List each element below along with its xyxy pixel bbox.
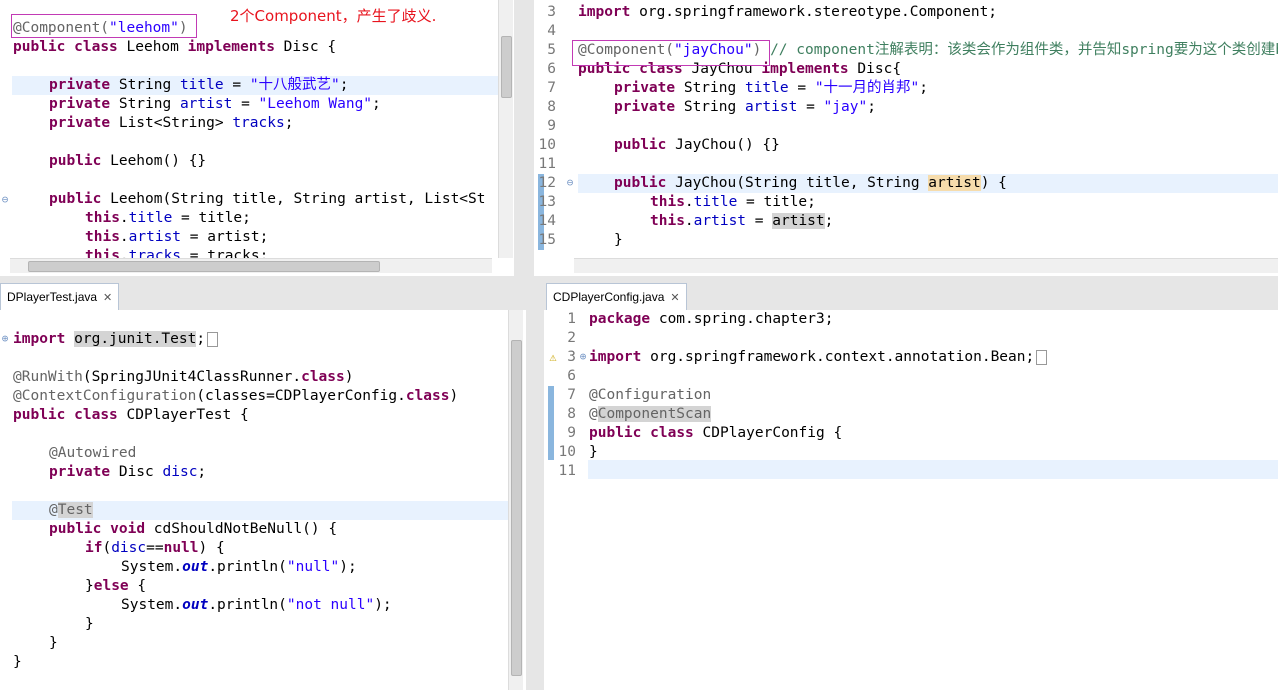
leehom-code[interactable]: @Component("leehom") public class Leehom… [13, 19, 486, 264]
code-line: private List<String> tracks; [49, 115, 294, 131]
code-line: public class CDPlayerTest { [13, 407, 249, 423]
code-line: this.title = title; [650, 194, 816, 210]
code-line: private String title = "十八般武艺"; [49, 77, 349, 93]
scroll-thumb[interactable] [511, 340, 522, 676]
code-line: System.out.println("null"); [121, 559, 357, 575]
code-line: @ComponentScan [589, 406, 712, 422]
code-line: @Configuration [589, 387, 712, 403]
line-number: 7 [547, 80, 556, 96]
line-number: 6 [567, 368, 576, 384]
code-line: } [13, 654, 22, 670]
warning-icon[interactable]: ⚠ [548, 351, 558, 363]
vertical-scrollbar[interactable] [498, 0, 513, 258]
line-number: 4 [547, 23, 556, 39]
tab-cdplayer-config[interactable]: CDPlayerConfig.java ✕ [546, 283, 687, 310]
scroll-thumb[interactable] [28, 261, 380, 272]
line-number: 13 [538, 194, 556, 210]
code-line: @ContextConfiguration(classes=CDPlayerCo… [13, 388, 459, 404]
line-number: 8 [547, 99, 556, 115]
code-line: this.title = title; [85, 210, 251, 226]
code-line: }else { [85, 578, 147, 594]
code-line: } [85, 616, 94, 632]
line-number: 2 [567, 330, 576, 346]
line-number: 8 [567, 406, 576, 422]
fold-icon[interactable]: ⊖ [565, 177, 575, 189]
code-line: } [589, 444, 598, 460]
line-number: 5 [547, 42, 556, 58]
code-line: package com.spring.chapter3; [589, 311, 834, 327]
line-number: 9 [567, 425, 576, 441]
line-number: 3 [547, 4, 556, 20]
horizontal-scrollbar[interactable] [574, 258, 1278, 273]
folded-marker[interactable] [1036, 349, 1048, 365]
code-line: public Leehom() {} [49, 153, 207, 169]
vertical-scrollbar[interactable] [508, 310, 523, 690]
code-line: private String artist = "jay"; [614, 99, 876, 115]
code-line: public class Leehom implements Disc { [13, 39, 337, 55]
line-number: 1 [567, 311, 576, 327]
cdplayer-config-editor[interactable]: 1 2 3 6 7 8 9 10 11 ⚠ ⊕ package com.spri… [544, 310, 1278, 690]
horizontal-scrollbar[interactable] [10, 258, 492, 273]
fold-icon[interactable]: ⊖ [0, 194, 10, 206]
code-line: public JayChou() {} [614, 137, 780, 153]
jaychou-annotation-box [572, 40, 770, 66]
line-number: 11 [558, 463, 576, 479]
code-line: @Test [49, 502, 93, 518]
code-line: public JayChou(String title, String arti… [614, 175, 1007, 191]
close-icon[interactable]: ✕ [670, 292, 679, 304]
line-number: 14 [538, 213, 556, 229]
line-number: 11 [538, 156, 556, 172]
code-line: @RunWith(SpringJUnit4ClassRunner.class) [13, 369, 354, 385]
tab-label: CDPlayerConfig.java [553, 290, 665, 304]
code-line: public void cdShouldNotBeNull() { [49, 521, 338, 537]
code-line: import org.springframework.context.annot… [589, 348, 1048, 367]
code-line: private String title = "十一月的肖邦"; [614, 80, 929, 96]
line-number: 7 [567, 387, 576, 403]
code-line: System.out.println("not null"); [121, 597, 392, 613]
code-line: if(disc==null) { [85, 540, 225, 556]
code-line: this.artist = artist; [85, 229, 269, 245]
test-code[interactable]: import org.junit.Test; @RunWith(SpringJU… [13, 330, 458, 670]
close-icon[interactable]: ✕ [103, 292, 112, 304]
line-number: 15 [538, 232, 556, 248]
folded-marker[interactable] [207, 331, 219, 347]
ambiguity-note: 2个Component，产生了歧义. [230, 7, 437, 25]
code-line: import org.junit.Test; [13, 330, 219, 349]
line-number: 12 [538, 175, 556, 191]
jaychou-editor[interactable]: 3 4 5 6 7 8 9 10 11 12 13 14 15 ⊖ import… [534, 0, 1278, 276]
config-code[interactable]: package com.spring.chapter3; import org.… [589, 310, 1048, 460]
expand-icon[interactable]: ⊕ [578, 351, 588, 363]
code-line: } [614, 232, 623, 248]
line-number: 6 [547, 61, 556, 77]
code-line: private String artist = "Leehom Wang"; [49, 96, 381, 112]
code-line: private Disc disc; [49, 464, 207, 480]
code-line: @Autowired [49, 445, 137, 461]
cdplayer-test-editor[interactable]: ⊕ import org.junit.Test; @RunWith(Spring… [0, 310, 526, 690]
line-number: 9 [547, 118, 556, 134]
leehom-annotation-box [11, 14, 197, 38]
current-line-highlight [588, 460, 1278, 479]
jaychou-code[interactable]: import org.springframework.stereotype.Co… [578, 3, 1278, 248]
code-line: this.artist = artist; [650, 213, 834, 229]
code-line: } [49, 635, 58, 651]
line-number: 10 [538, 137, 556, 153]
tab-label: DPlayerTest.java [7, 290, 98, 304]
tab-cdplayer-test[interactable]: DPlayerTest.java ✕ [0, 283, 120, 310]
code-line: public class CDPlayerConfig { [589, 425, 843, 441]
line-number: 10 [558, 444, 576, 460]
expand-icon[interactable]: ⊕ [0, 333, 10, 345]
code-line: import org.springframework.stereotype.Co… [578, 4, 998, 20]
scroll-thumb[interactable] [501, 36, 512, 98]
leehom-editor[interactable]: @Component("leehom") public class Leehom… [0, 0, 514, 276]
code-line: public Leehom(String title, String artis… [49, 191, 486, 207]
